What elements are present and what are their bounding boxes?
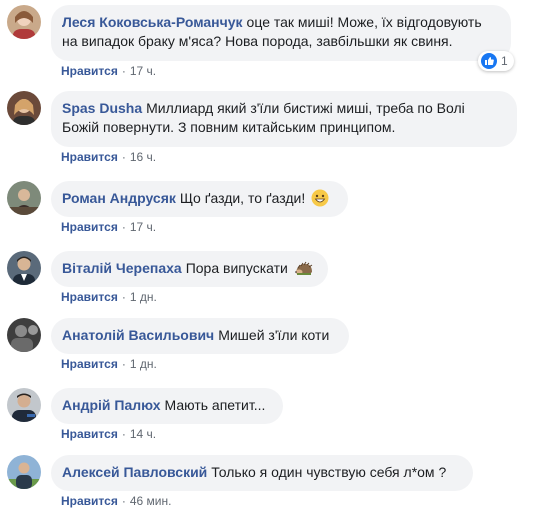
thumbs-up-icon (481, 53, 497, 69)
hedgehog-emoji-icon (294, 261, 314, 282)
avatar[interactable] (7, 455, 41, 489)
timestamp[interactable]: 16 ч. (130, 150, 156, 164)
comment-meta: Нравится · 46 мин. (61, 493, 171, 509)
separator: · (121, 220, 126, 234)
comment-text: Що ґазди, то ґазди! (179, 190, 306, 206)
comment-meta: Нравится · 17 ч. (61, 219, 156, 235)
like-button[interactable]: Нравится (61, 290, 118, 304)
timestamp[interactable]: 46 мин. (130, 494, 172, 508)
comment-text: на випадок браку м'яса? Нова порода, зав… (62, 33, 453, 49)
avatar[interactable] (7, 5, 41, 39)
comment-meta: Нравится · 1 дн. (61, 289, 157, 305)
comment-bubble: Віталій Черепаха Пора випускати (51, 251, 328, 287)
like-button[interactable]: Нравится (61, 494, 118, 508)
comment-meta: Нравится · 17 ч. (61, 63, 156, 79)
comment-bubble: Роман Андрусяк Що ґазди, то ґазди! (51, 181, 348, 217)
grin-emoji-icon (311, 189, 329, 212)
timestamp[interactable]: 1 дн. (130, 357, 157, 371)
comment-text: Миллиард який з'їли бистижі миші, треба … (146, 100, 465, 116)
like-button[interactable]: Нравится (61, 64, 118, 78)
like-button[interactable]: Нравится (61, 150, 118, 164)
separator: · (121, 494, 126, 508)
timestamp[interactable]: 17 ч. (130, 64, 156, 78)
comment-author[interactable]: Леся Коковська-Романчук (62, 14, 243, 30)
comment-bubble: Spas Dusha Миллиард який з'їли бистижі ми… (51, 91, 517, 147)
avatar[interactable] (7, 251, 41, 285)
separator: · (121, 150, 126, 164)
reaction-number: 1 (501, 54, 508, 68)
like-button[interactable]: Нравится (61, 220, 118, 234)
avatar[interactable] (7, 91, 41, 125)
comment-author[interactable]: Анатолій Васильович (62, 327, 214, 343)
comment-meta: Нравится · 16 ч. (61, 149, 156, 165)
timestamp[interactable]: 17 ч. (130, 220, 156, 234)
comment-author[interactable]: Віталій Черепаха (62, 260, 182, 276)
comment-bubble: Анатолій Васильович Мишей з'їли коти (51, 318, 349, 354)
comment-text: Мишей з'їли коти (218, 327, 330, 343)
comment-author[interactable]: Роман Андрусяк (62, 190, 176, 206)
timestamp[interactable]: 1 дн. (130, 290, 157, 304)
separator: · (121, 427, 126, 441)
comment-bubble: Алексей Павловский Только я один чувствую… (51, 455, 473, 491)
comment-author[interactable]: Андрій Палюх (62, 397, 161, 413)
comment-text: Пора випускати (185, 260, 288, 276)
like-button[interactable]: Нравится (61, 427, 118, 441)
comment-meta: Нравится · 1 дн. (61, 356, 157, 372)
separator: · (121, 290, 126, 304)
comment-text: Мають апетит... (164, 397, 266, 413)
comment-meta: Нравится · 14 ч. (61, 426, 156, 442)
avatar[interactable] (7, 181, 41, 215)
comment-bubble: Андрій Палюх Мають апетит... (51, 388, 283, 424)
timestamp[interactable]: 14 ч. (130, 427, 156, 441)
avatar[interactable] (7, 318, 41, 352)
comment-text: Только я один чувствую себя л*ом ? (211, 464, 447, 480)
comment-text: Божій повернути. З повним китайським при… (62, 119, 396, 135)
separator: · (121, 64, 126, 78)
avatar[interactable] (7, 388, 41, 422)
comment-author[interactable]: Алексей Павловский (62, 464, 207, 480)
comment-author[interactable]: Spas Dusha (62, 100, 142, 116)
comment-bubble: Леся Коковська-Романчук оце так миші! Мож… (51, 5, 511, 61)
like-button[interactable]: Нравится (61, 357, 118, 371)
reaction-count[interactable]: 1 (478, 51, 514, 71)
comment-text: оце так миші! Може, їх відгодовують (246, 14, 482, 30)
separator: · (121, 357, 126, 371)
